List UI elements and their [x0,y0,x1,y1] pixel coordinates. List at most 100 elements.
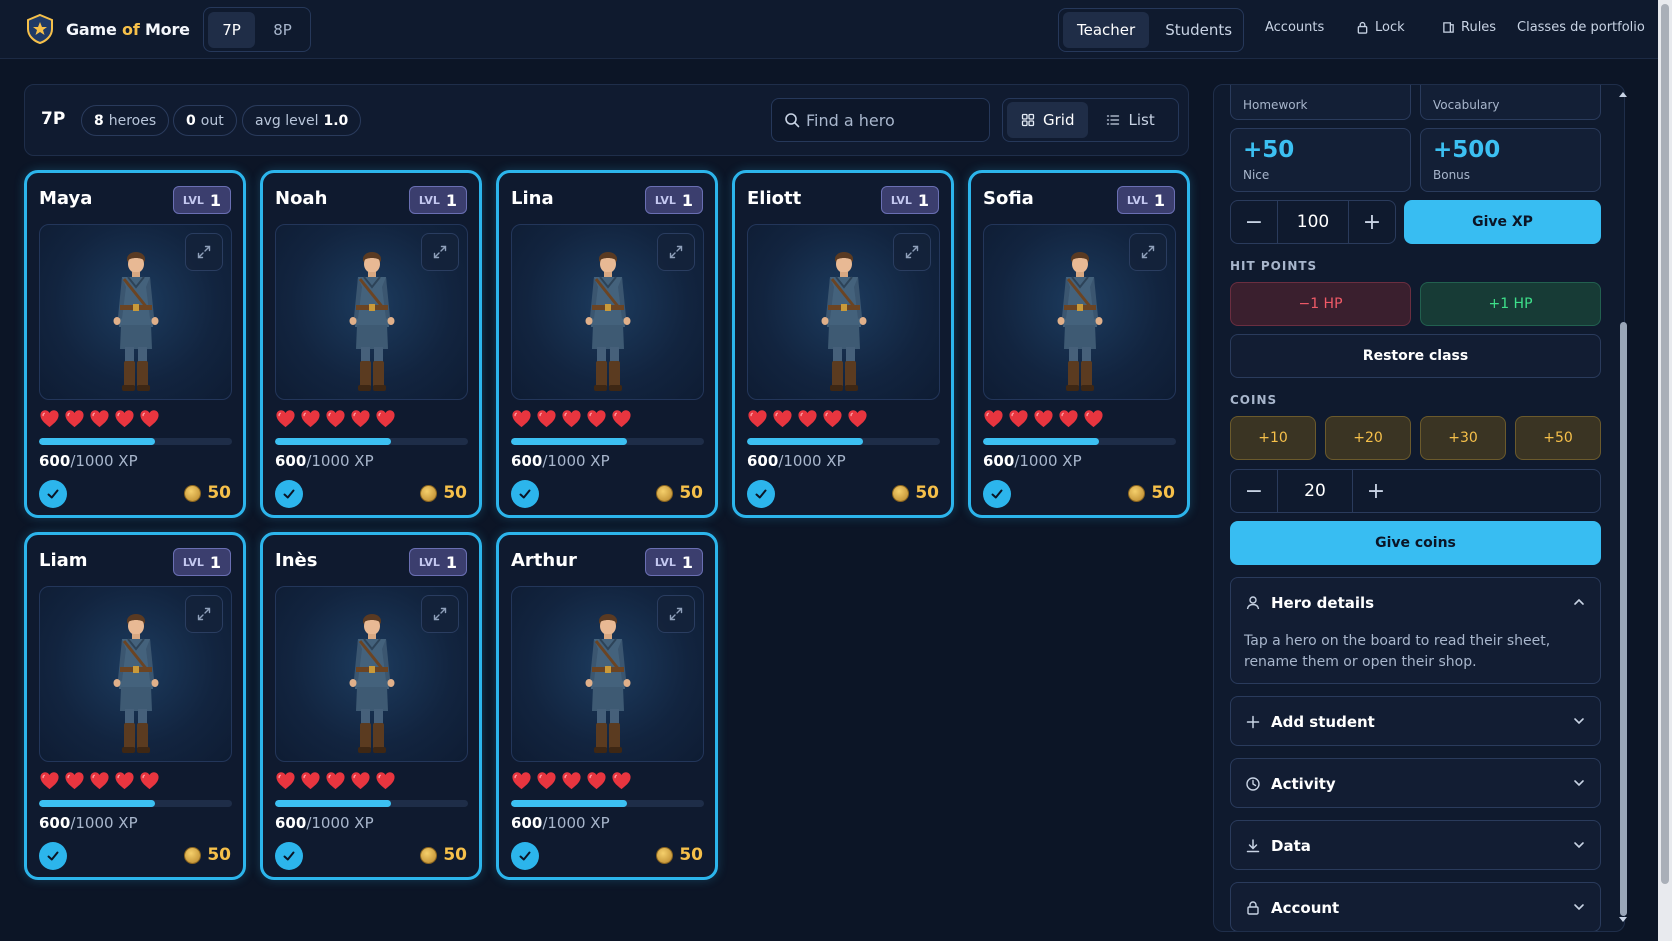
hero-card[interactable]: Arthur LVL 1 600/1000 XP 50 [496,532,718,880]
activity-header[interactable]: Activity [1245,759,1336,809]
present-check-button[interactable] [511,480,539,508]
heart-icon [350,771,371,794]
hero-name: Liam [39,550,88,571]
hero-portrait[interactable] [275,586,468,762]
hero-card[interactable]: Noah LVL 1 600/1000 XP 50 [260,170,482,518]
heart-icon [1083,409,1104,432]
xp-preset-nice[interactable]: +50 Nice [1230,128,1411,192]
xp-amount-value[interactable]: 100 [1277,201,1349,243]
preset-homework[interactable]: Homework [1230,85,1411,120]
present-check-button[interactable] [511,842,539,870]
expand-button[interactable] [657,595,695,633]
coin-preset-30[interactable]: +30 [1420,416,1506,460]
panel-scrollbar-thumb[interactable] [1620,322,1627,916]
lock-link[interactable]: Lock [1356,20,1405,35]
present-check-button[interactable] [275,480,303,508]
hero-details-header[interactable]: Hero details [1245,578,1374,628]
rules-link[interactable]: Rules [1442,20,1496,35]
hero-portrait[interactable] [511,586,704,762]
hero-card[interactable]: Inès LVL 1 600/1000 XP 50 [260,532,482,880]
hero-portrait[interactable] [983,224,1176,400]
students-mode-button[interactable]: Students [1151,12,1246,48]
class-tab-8p[interactable]: 8P [259,12,306,48]
present-check-button[interactable] [747,480,775,508]
present-check-button[interactable] [275,842,303,870]
preset-vocabulary[interactable]: Vocabulary [1420,85,1601,120]
chevron-down-icon[interactable] [1572,900,1586,914]
expand-button[interactable] [421,233,459,271]
hero-portrait[interactable] [511,224,704,400]
list-view-button[interactable]: List [1092,102,1168,138]
hero-name: Eliott [747,188,802,209]
hero-name: Noah [275,188,328,209]
search-input[interactable] [806,110,976,130]
heart-icon [325,409,346,432]
portfolio-link[interactable]: Classes de portfolio [1517,20,1645,35]
hero-portrait[interactable] [747,224,940,400]
account-section[interactable]: Account [1230,882,1601,931]
heart-icon [325,771,346,794]
give-coins-button[interactable]: Give coins [1230,521,1601,565]
brand[interactable]: Game of More [24,13,190,45]
hero-portrait[interactable] [275,224,468,400]
coin-preset-20[interactable]: +20 [1325,416,1411,460]
expand-button[interactable] [185,595,223,633]
data-section[interactable]: Data [1230,820,1601,870]
hero-card[interactable]: Eliott LVL 1 600/1000 XP 50 [732,170,954,518]
give-xp-button[interactable]: Give XP [1404,200,1601,244]
coin-preset-50[interactable]: +50 [1515,416,1601,460]
add-student-section[interactable]: Add student [1230,696,1601,746]
expand-button[interactable] [657,233,695,271]
coin-amount-value[interactable]: 20 [1277,470,1353,512]
checkmark-icon [283,851,295,861]
plus-hp-button[interactable]: +1 HP [1420,282,1601,326]
present-check-button[interactable] [39,480,67,508]
xp-increase-button[interactable]: + [1349,201,1395,243]
minus-hp-button[interactable]: −1 HP [1230,282,1411,326]
coin-count: 50 [656,483,703,503]
data-header[interactable]: Data [1245,821,1311,871]
chevron-up-icon[interactable] [1572,595,1586,609]
activity-section[interactable]: Activity [1230,758,1601,808]
accounts-link[interactable]: Accounts [1265,20,1324,35]
chevron-down-icon[interactable] [1572,714,1586,728]
hero-portrait[interactable] [39,224,232,400]
hero-card[interactable]: Lina LVL 1 600/1000 XP 50 [496,170,718,518]
expand-button[interactable] [893,233,931,271]
account-header[interactable]: Account [1245,883,1339,931]
coin-increase-button[interactable]: + [1353,470,1399,512]
view-switcher: Grid List [1002,98,1179,142]
teacher-mode-button[interactable]: Teacher [1063,12,1150,48]
hero-card[interactable]: Liam LVL 1 600/1000 XP 50 [24,532,246,880]
class-toolbar: 7P 8heroes 0out avg level1.0 Grid List [24,84,1189,156]
restore-class-button[interactable]: Restore class [1230,334,1601,378]
add-student-header[interactable]: Add student [1245,697,1375,747]
heart-icon [39,409,60,432]
xp-decrease-button[interactable]: − [1231,201,1277,243]
grid-view-button[interactable]: Grid [1007,102,1089,138]
class-tab-7p[interactable]: 7P [208,11,255,48]
plus-icon [1246,715,1260,729]
hero-card[interactable]: Sofia LVL 1 600/1000 XP 50 [968,170,1190,518]
xp-progress-bar [511,438,704,445]
heart-icon [536,409,557,432]
heroes-count-badge: 8 heroes [81,105,170,136]
window-scrollbar-thumb[interactable] [1661,4,1669,884]
xp-preset-bonus[interactable]: +500 Bonus [1420,128,1601,192]
present-check-button[interactable] [983,480,1011,508]
present-check-button[interactable] [39,842,67,870]
expand-button[interactable] [1129,233,1167,271]
scroll-down-arrow-icon[interactable] [1618,916,1628,924]
chevron-down-icon[interactable] [1572,776,1586,790]
hero-name: Inès [275,550,318,571]
hit-points [275,771,396,794]
hero-search[interactable] [771,98,990,142]
coin-decrease-button[interactable]: − [1231,470,1277,512]
chevron-down-icon[interactable] [1572,838,1586,852]
coin-preset-10[interactable]: +10 [1230,416,1316,460]
hero-portrait[interactable] [39,586,232,762]
expand-button[interactable] [185,233,223,271]
hero-card[interactable]: Maya LVL 1 600/1000 XP 50 [24,170,246,518]
expand-button[interactable] [421,595,459,633]
scroll-up-arrow-icon[interactable] [1618,90,1628,98]
